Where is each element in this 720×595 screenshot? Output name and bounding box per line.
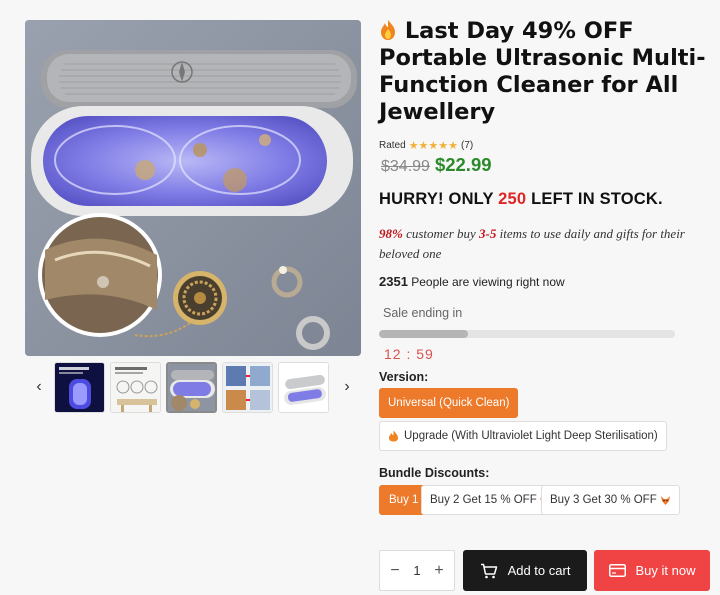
cart-icon — [480, 563, 497, 578]
add-to-cart-button[interactable]: Add to cart — [463, 550, 587, 591]
sale-price: $22.99 — [434, 154, 492, 175]
stock-prefix: HURRY! ONLY — [379, 190, 499, 208]
product-title-text: Last Day 49% OFF Portable Ultrasonic Mul… — [379, 18, 706, 125]
quantity-increase-button[interactable]: + — [432, 562, 446, 580]
buy-it-now-label: Buy it now — [635, 563, 696, 578]
thumbnail-next-arrow[interactable]: › — [339, 377, 355, 397]
thumbnail-3[interactable] — [166, 362, 217, 413]
rating-row: Rated ★★★★★ (7) — [379, 139, 473, 152]
stock-count: 250 — [498, 190, 527, 208]
review-count[interactable]: (7) — [461, 140, 473, 151]
thumbnail-2[interactable] — [110, 362, 161, 413]
bundle-option-buy-3-label: Buy 3 Get 30 % OFF — [550, 494, 657, 506]
viewers-number: 2351 — [379, 274, 408, 289]
customer-text-a: customer buy — [402, 226, 480, 241]
version-option-universal[interactable]: Universal (Quick Clean) — [379, 388, 519, 418]
buy-it-now-button[interactable]: Buy it now — [594, 550, 710, 591]
thumbnail-4-image — [223, 363, 272, 412]
stock-urgency: HURRY! ONLY 250 LEFT IN STOCK. — [379, 190, 663, 209]
star-rating: ★★★★★ — [408, 140, 458, 152]
thumbnail-2-image — [111, 363, 160, 412]
thumbnail-5[interactable] — [278, 362, 329, 413]
sale-ending-label: Sale ending in — [383, 306, 463, 320]
original-price: $34.99 — [381, 158, 430, 175]
version-label: Version: — [379, 370, 429, 384]
thumbnail-4[interactable] — [222, 362, 273, 413]
quantity-stepper: − 1 + — [379, 550, 455, 591]
product-title: Last Day 49% OFF Portable Ultrasonic Mul… — [379, 18, 709, 126]
version-option-upgrade[interactable]: Upgrade (With Ultraviolet Light Deep Ste… — [379, 421, 667, 451]
bundle-option-buy-2[interactable]: Buy 2 Get 15 % OFF — [421, 485, 560, 515]
ultrasonic-cleaner-illustration — [25, 20, 361, 356]
main-product-image[interactable] — [25, 20, 361, 356]
customer-percent: 98% — [379, 226, 403, 241]
credit-card-icon — [608, 564, 626, 577]
price-row: $34.99 $22.99 — [381, 154, 492, 176]
thumbnail-3-image — [168, 364, 215, 411]
bundle-discounts-label: Bundle Discounts: — [379, 466, 490, 480]
countdown-timer: 12 : 59 — [384, 346, 434, 362]
quantity-decrease-button[interactable]: − — [388, 562, 402, 580]
fire-icon — [389, 430, 398, 442]
sale-progress-fill — [379, 330, 468, 338]
viewers-count: 2351 People are viewing right now — [379, 274, 565, 289]
customer-social-proof: 98% customer buy 3-5 items to use daily … — [379, 224, 709, 264]
thumbnail-prev-arrow[interactable]: ‹ — [31, 377, 47, 397]
fox-icon — [660, 495, 670, 505]
thumbnail-1[interactable] — [54, 362, 105, 413]
sale-progress-bar — [379, 330, 675, 338]
rated-label: Rated — [379, 140, 406, 151]
bundle-option-buy-3[interactable]: Buy 3 Get 30 % OFF — [541, 485, 680, 515]
viewers-text: People are viewing right now — [407, 275, 565, 289]
version-option-upgrade-label: Upgrade (With Ultraviolet Light Deep Ste… — [404, 430, 658, 442]
add-to-cart-label: Add to cart — [507, 563, 571, 578]
bundle-option-buy-2-label: Buy 2 Get 15 % OFF — [430, 494, 537, 506]
quantity-value[interactable]: 1 — [413, 563, 420, 578]
stock-suffix: LEFT IN STOCK. — [526, 190, 663, 208]
bundle-option-buy-1-label: Buy 1 — [389, 494, 419, 506]
thumbnail-5-image — [279, 363, 328, 412]
fire-icon — [381, 20, 395, 40]
customer-range: 3-5 — [479, 226, 497, 241]
version-option-universal-label: Universal (Quick Clean) — [388, 397, 510, 409]
thumbnail-1-image — [55, 363, 104, 412]
thumbnail-strip: ‹ › — [25, 361, 361, 415]
